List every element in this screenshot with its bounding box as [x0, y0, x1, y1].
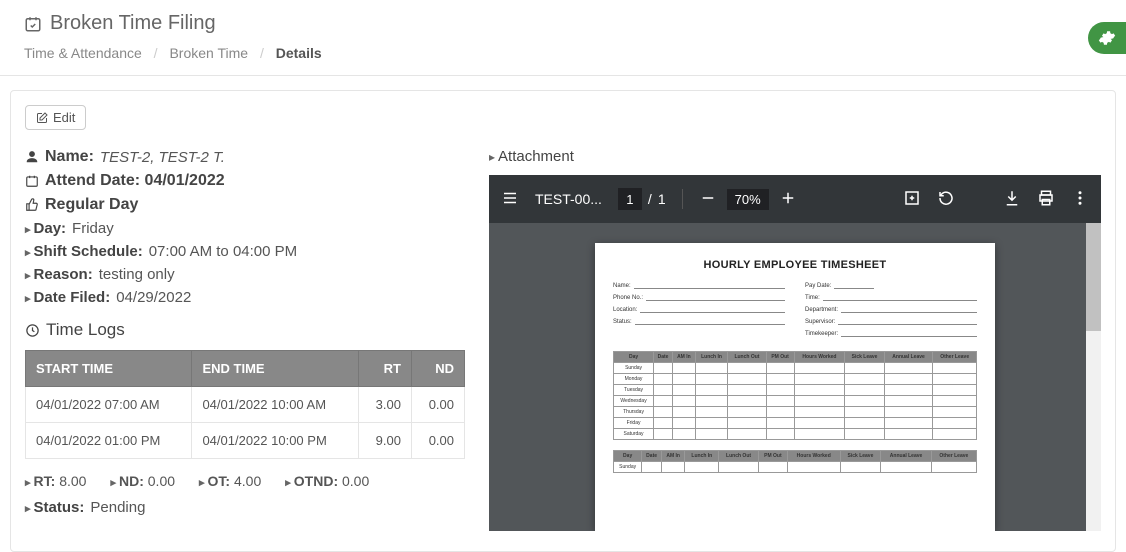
day-value: Friday	[72, 220, 114, 237]
edit-icon	[36, 112, 48, 124]
zoom-percent: 70%	[727, 189, 769, 210]
scrollbar[interactable]	[1086, 223, 1101, 531]
timesheet-grid-2: DayDateAM InLunch InLunch OutPM OutHours…	[613, 450, 977, 473]
status-line: Status: Pending	[25, 499, 465, 516]
page-title-text: Broken Time Filing	[50, 12, 216, 35]
settings-gear-button[interactable]	[1088, 22, 1126, 54]
col-nd: ND	[411, 351, 464, 387]
details-card: Edit Name: TEST-2, TEST-2 T. Attend Date…	[10, 90, 1116, 552]
edit-button-label: Edit	[53, 110, 75, 125]
attachment-title: Attachment	[489, 148, 1101, 165]
name-value: TEST-2, TEST-2 T.	[100, 149, 225, 166]
date-filed-line: Date Filed: 04/29/2022	[25, 289, 465, 306]
details-left: Name: TEST-2, TEST-2 T. Attend Date: 04/…	[25, 148, 465, 531]
timesheet-grid: DayDateAM InLunch InLunch OutPM OutHours…	[613, 351, 977, 440]
col-start: START TIME	[26, 351, 192, 387]
zoom-in-icon[interactable]	[779, 189, 797, 210]
zoom-controls: 70%	[699, 189, 797, 210]
time-logs-table: START TIME END TIME RT ND 04/01/2022 07:…	[25, 350, 465, 459]
status-value: Pending	[90, 499, 145, 516]
breadcrumb-separator: /	[154, 45, 158, 61]
calendar-check-icon	[24, 15, 42, 33]
pdf-body[interactable]: HOURLY EMPLOYEE TIMESHEET Name: Phone No…	[489, 223, 1101, 531]
breadcrumb-separator: /	[260, 45, 264, 61]
person-icon	[25, 150, 39, 164]
toolbar-divider	[682, 189, 683, 209]
page-indicator: / 1	[618, 188, 666, 210]
totals-row: RT: 8.00 ND: 0.00 OT: 4.00 OTND: 0.00	[25, 473, 465, 489]
breadcrumb: Time & Attendance / Broken Time / Detail…	[24, 45, 1102, 75]
otnd-total: 0.00	[342, 473, 369, 489]
more-icon[interactable]	[1071, 189, 1089, 210]
breadcrumb-link-broken-time[interactable]: Broken Time	[169, 45, 248, 61]
rt-total: 8.00	[59, 473, 86, 489]
thumbs-up-icon	[25, 198, 39, 212]
download-icon[interactable]	[1003, 189, 1021, 210]
time-logs-title: Time Logs	[25, 320, 465, 340]
sheet-title: HOURLY EMPLOYEE TIMESHEET	[613, 259, 977, 271]
shift-value: 07:00 AM to 04:00 PM	[149, 243, 297, 260]
pdf-toolbar: TEST-00... / 1 70%	[489, 175, 1101, 223]
table-row: 04/01/2022 01:00 PM 04/01/2022 10:00 PM …	[26, 423, 465, 459]
table-row: 04/01/2022 07:00 AM 04/01/2022 10:00 AM …	[26, 387, 465, 423]
col-rt: RT	[358, 351, 411, 387]
pdf-filename: TEST-00...	[535, 191, 602, 207]
page-total: 1	[658, 191, 666, 207]
attend-date-line: Attend Date: 04/01/2022	[25, 172, 465, 190]
calendar-icon	[25, 174, 39, 188]
fit-page-icon[interactable]	[903, 189, 921, 210]
rotate-icon[interactable]	[937, 189, 955, 210]
zoom-out-icon[interactable]	[699, 189, 717, 210]
gear-icon	[1098, 29, 1116, 47]
reason-line: Reason: testing only	[25, 266, 465, 283]
reason-value: testing only	[99, 266, 175, 283]
timesheet-document: HOURLY EMPLOYEE TIMESHEET Name: Phone No…	[595, 243, 995, 531]
ot-total: 4.00	[234, 473, 261, 489]
day-line: Day: Friday	[25, 220, 465, 237]
breadcrumb-current: Details	[276, 45, 322, 61]
date-filed-value: 04/29/2022	[116, 289, 191, 306]
menu-icon[interactable]	[501, 189, 519, 210]
clock-icon	[25, 323, 40, 338]
breadcrumb-link-attendance[interactable]: Time & Attendance	[24, 45, 142, 61]
attachment-panel: Attachment TEST-00... / 1	[489, 148, 1101, 531]
shift-line: Shift Schedule: 07:00 AM to 04:00 PM	[25, 243, 465, 260]
page-input[interactable]	[618, 188, 642, 210]
regular-day-line: Regular Day	[25, 196, 465, 214]
pdf-viewer: TEST-00... / 1 70%	[489, 175, 1101, 531]
nd-total: 0.00	[148, 473, 175, 489]
name-line: Name: TEST-2, TEST-2 T.	[25, 148, 465, 166]
page-title: Broken Time Filing	[24, 12, 1102, 35]
print-icon[interactable]	[1037, 189, 1055, 210]
edit-button[interactable]: Edit	[25, 105, 86, 130]
col-end: END TIME	[192, 351, 358, 387]
